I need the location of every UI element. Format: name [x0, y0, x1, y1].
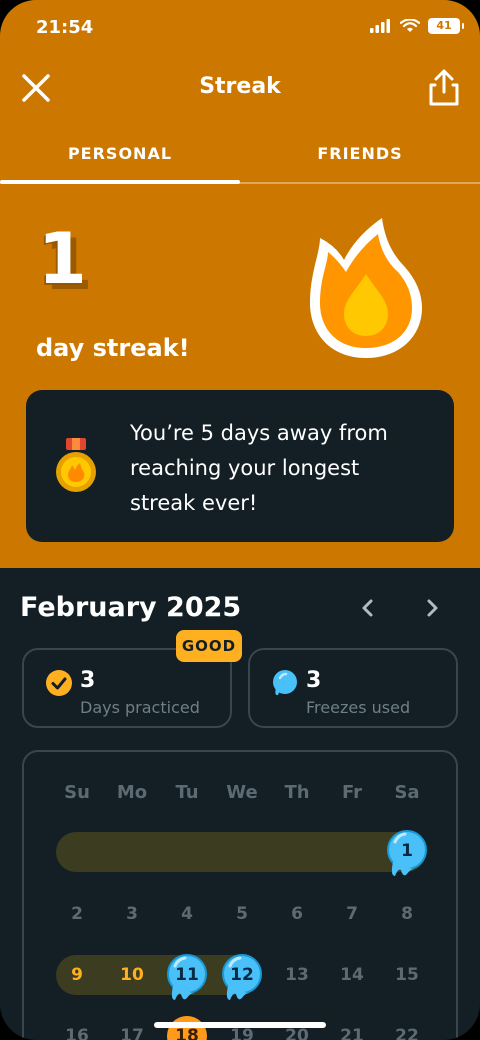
freeze-day[interactable]: 12 — [220, 954, 264, 1006]
month-title: February 2025 — [20, 592, 242, 623]
chevron-right-icon[interactable] — [418, 594, 446, 622]
good-badge: GOOD — [176, 630, 242, 662]
freezes-used-caption: Freezes used — [306, 698, 411, 717]
calendar-day[interactable]: 21 — [325, 1026, 379, 1040]
tab-active-indicator — [0, 180, 240, 184]
tab-personal[interactable]: PERSONAL — [0, 128, 240, 184]
calendar-day[interactable]: 22 — [380, 1026, 434, 1040]
calendar-day[interactable]: 13 — [270, 965, 324, 985]
calendar-day: 1 — [401, 841, 413, 861]
home-indicator[interactable] — [154, 1022, 326, 1028]
tab-friends-label: FRIENDS — [317, 144, 403, 163]
calendar-day[interactable]: 8 — [380, 904, 434, 924]
calendar-day[interactable]: 20 — [270, 1026, 324, 1040]
calendar-day[interactable]: 19 — [215, 1026, 269, 1040]
calendar-day[interactable]: 15 — [380, 965, 434, 985]
calendar-day[interactable]: 4 — [160, 904, 214, 924]
weekday-label: Su — [64, 782, 90, 803]
freeze-icon — [273, 670, 297, 696]
calendar-day[interactable]: 7 — [325, 904, 379, 924]
calendar-day[interactable]: 6 — [270, 904, 324, 924]
share-icon[interactable] — [426, 68, 462, 108]
calendar-day-practiced[interactable]: 9 — [50, 965, 104, 985]
status-time: 21:54 — [36, 17, 94, 38]
chevron-left-icon[interactable] — [354, 594, 382, 622]
nav-bar: Streak — [0, 56, 480, 120]
tab-friends[interactable]: FRIENDS — [240, 128, 480, 182]
calendar-day[interactable]: 2 — [50, 904, 104, 924]
days-practiced-caption: Days practiced — [80, 698, 200, 717]
flame-icon — [310, 218, 422, 358]
tab-bar: PERSONAL FRIENDS — [0, 128, 480, 184]
calendar-day[interactable]: 5 — [215, 904, 269, 924]
weekday-label: Mo — [116, 782, 148, 803]
check-icon — [46, 670, 72, 696]
calendar-day: 11 — [175, 965, 199, 985]
weekday-label: We — [226, 782, 258, 803]
tab-personal-label: PERSONAL — [67, 144, 173, 163]
longest-streak-message: You’re 5 days away from reaching your lo… — [130, 421, 388, 515]
calendar-day[interactable]: 16 — [50, 1026, 104, 1040]
phone-screen: 21:54 41 Streak PERSONAL FRIENDS 1 day s… — [0, 0, 480, 1040]
calendar-day-practiced[interactable]: 10 — [105, 965, 159, 985]
medal-icon — [56, 438, 96, 492]
longest-streak-card: You’re 5 days away from reaching your lo… — [26, 390, 454, 542]
streak-calendar: Su Mo Tu We Th Fr Sa 1 2 3 4 5 6 7 8 9 1… — [22, 750, 458, 1040]
freeze-day[interactable]: 1 — [385, 830, 429, 882]
calendar-day-today[interactable]: 18 — [167, 1016, 207, 1040]
weekday-label: Tu — [175, 782, 199, 803]
calendar-day[interactable]: 3 — [105, 904, 159, 924]
signal-icon — [370, 19, 390, 33]
streak-label: day streak! — [36, 334, 190, 362]
weekday-label: Fr — [341, 782, 363, 803]
streak-count: 1 — [38, 218, 87, 300]
freezes-used-card: 3 Freezes used — [248, 648, 458, 728]
status-bar: 21:54 41 — [0, 0, 480, 56]
weekday-label: Th — [284, 782, 310, 803]
freezes-used-value: 3 — [306, 668, 322, 693]
streak-band — [56, 832, 426, 872]
weekday-label: Sa — [394, 782, 420, 803]
days-practiced-value: 3 — [80, 668, 96, 693]
wifi-icon — [400, 19, 420, 32]
freeze-day[interactable]: 11 — [165, 954, 209, 1006]
battery-indicator: 41 — [428, 18, 464, 34]
page-title: Streak — [199, 74, 281, 99]
calendar-day[interactable]: 17 — [105, 1026, 159, 1040]
calendar-day[interactable]: 14 — [325, 965, 379, 985]
calendar-day: 12 — [230, 965, 254, 985]
